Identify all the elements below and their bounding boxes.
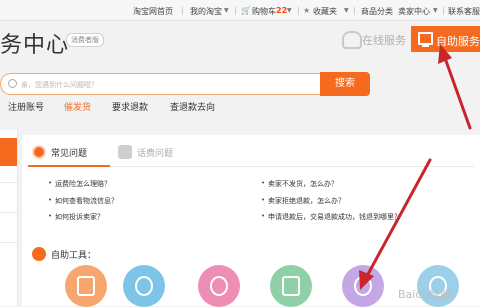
search-input[interactable] — [19, 77, 313, 93]
cart-icon[interactable]: 🛒 — [241, 6, 251, 15]
self-service-button[interactable]: 自助服务 — [411, 26, 480, 52]
nav-item-urge-shipping[interactable]: 催发货 — [64, 100, 91, 113]
toolbox-icon — [32, 247, 46, 261]
sidebar-item-active[interactable] — [0, 138, 17, 166]
chat-cloud-icon — [342, 31, 362, 49]
categories-link[interactable]: 商品分类 — [361, 6, 393, 17]
faq-link[interactable]: 申请退款后，交易退款成功，钱退到哪里？ — [261, 212, 401, 222]
tab-phone-label: 话费问题 — [137, 149, 174, 159]
phone-icon — [118, 145, 132, 159]
divider — [0, 242, 17, 243]
self-tools-label: 自助工具： — [51, 251, 97, 261]
faq-link[interactable]: 运费险怎么理赔？ — [48, 179, 111, 189]
tab-faq-label: 常见问题 — [51, 149, 88, 159]
search-bar — [0, 73, 320, 95]
exchange-icon[interactable] — [123, 265, 165, 307]
top-bar: 淘宝网首页 | 我的淘宝 ▼ | 🛒 购物车 22 ▼ | ★ 收藏夹 ▼ | … — [0, 0, 480, 21]
contact-link[interactable]: 联系客服 — [448, 6, 480, 17]
consumer-edition-badge: 消费者版 — [66, 33, 104, 47]
online-service-button[interactable]: 在线服务 — [340, 28, 410, 50]
star-icon[interactable]: ★ — [303, 6, 310, 15]
divider: | — [353, 6, 356, 15]
faq-link[interactable]: 如何查看物流信息？ — [48, 196, 118, 206]
page-title: 务中心 — [0, 32, 70, 57]
left-sidebar — [0, 130, 18, 306]
question-icon — [32, 145, 46, 159]
user-icon[interactable] — [198, 265, 240, 307]
favorites-link[interactable]: 收藏夹 — [313, 6, 337, 17]
divider: | — [297, 6, 300, 15]
chevron-down-icon[interactable]: ▼ — [287, 7, 292, 14]
nav-item-register[interactable]: 注册账号 — [8, 100, 44, 113]
watermark: Baidu经验 — [398, 288, 452, 301]
taobao-home-link[interactable]: 淘宝网首页 — [133, 6, 173, 17]
divider — [0, 182, 17, 183]
chevron-down-icon[interactable]: ▼ — [433, 7, 438, 14]
faq-link[interactable]: 卖家不发货，怎么办？ — [261, 179, 338, 189]
divider: | — [234, 6, 237, 15]
self-service-label: 自助服务 — [436, 35, 480, 48]
online-service-label: 在线服务 — [362, 34, 406, 47]
nav-item-request-refund[interactable]: 要求退款 — [112, 100, 148, 113]
nav-item-refund-tracking[interactable]: 查退款去向 — [170, 100, 215, 113]
cart-count-badge[interactable]: 22 — [276, 6, 287, 15]
phone-recharge-icon[interactable] — [65, 265, 107, 307]
faq-link[interactable]: 如何投诉卖家？ — [48, 212, 104, 222]
document-icon[interactable] — [270, 265, 312, 307]
active-tab-indicator — [28, 165, 110, 167]
divider — [0, 212, 17, 213]
monitor-icon — [418, 32, 433, 47]
annotation-arrow — [443, 56, 472, 130]
seller-center-link[interactable]: 卖家中心 — [398, 6, 430, 17]
my-taobao-link[interactable]: 我的淘宝 — [190, 6, 222, 17]
search-icon — [8, 79, 17, 88]
check-icon[interactable] — [342, 265, 384, 307]
cart-link[interactable]: 购物车 — [252, 6, 276, 17]
help-panel: 常见问题 话费问题 运费险怎么理赔？ 如何查看物流信息？ 如何投诉卖家？ 卖家不… — [22, 135, 480, 307]
chevron-down-icon[interactable]: ▼ — [344, 7, 349, 14]
search-button[interactable]: 搜索 — [320, 72, 370, 96]
chevron-down-icon[interactable]: ▼ — [224, 7, 229, 14]
divider: | — [181, 6, 184, 15]
divider: | — [442, 6, 445, 15]
faq-link[interactable]: 卖家拒绝退款，怎么办？ — [261, 196, 345, 206]
